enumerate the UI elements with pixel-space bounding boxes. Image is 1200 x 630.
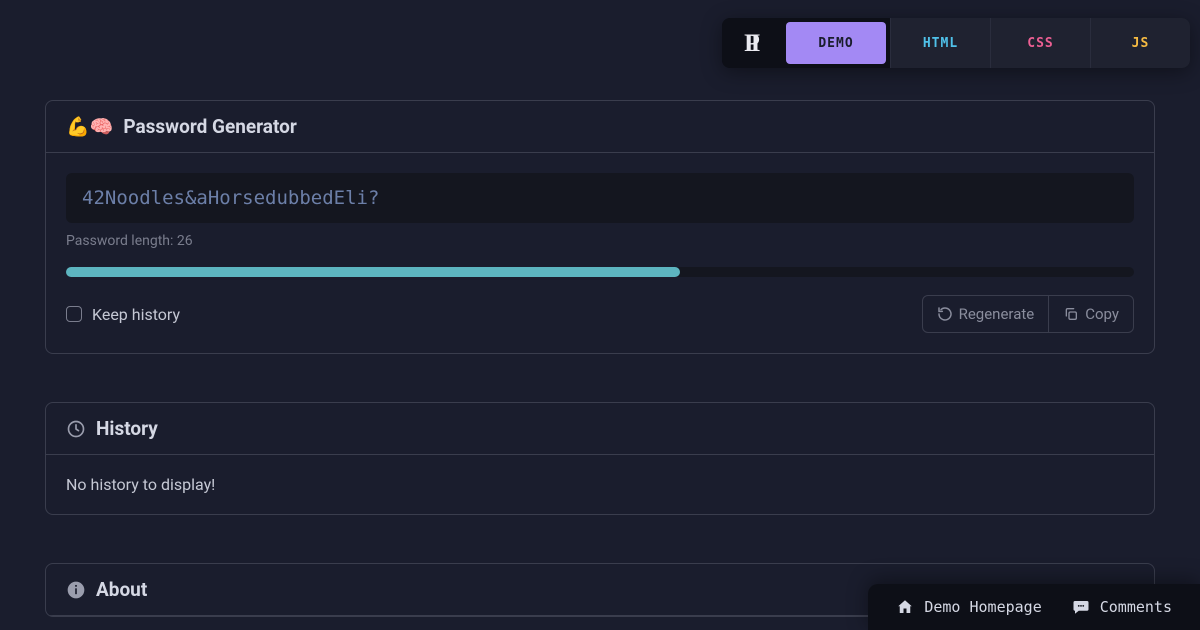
emoji-icons: 💪🧠 xyxy=(66,115,113,138)
clock-icon xyxy=(66,419,86,439)
copy-label: Copy xyxy=(1085,305,1119,323)
panel-generator-title: Password Generator xyxy=(123,115,297,138)
history-body: No history to display! xyxy=(46,455,1154,514)
tab-demo[interactable]: DEMO xyxy=(786,22,886,64)
tab-css[interactable]: CSS xyxy=(990,18,1090,68)
bottom-bar: Demo Homepage Comments xyxy=(868,584,1200,630)
keep-history-checkbox[interactable]: Keep history xyxy=(66,305,180,324)
svg-text:I: I xyxy=(751,29,761,57)
regenerate-button[interactable]: Regenerate xyxy=(923,296,1049,332)
comments-label: Comments xyxy=(1100,598,1172,616)
panel-generator: 💪🧠 Password Generator 42Noodles&aHorsedu… xyxy=(45,100,1155,354)
info-icon xyxy=(66,580,86,600)
copy-button[interactable]: Copy xyxy=(1048,296,1133,332)
length-slider-fill xyxy=(66,267,680,277)
panel-history-title: History xyxy=(96,417,158,440)
main-content: 💪🧠 Password Generator 42Noodles&aHorsedu… xyxy=(0,0,1200,617)
comments-icon xyxy=(1072,598,1090,616)
logo[interactable]: P I xyxy=(722,18,782,68)
demo-homepage-label: Demo Homepage xyxy=(924,598,1041,616)
copy-icon xyxy=(1063,306,1079,322)
keep-history-label: Keep history xyxy=(92,305,180,324)
panel-about-title: About xyxy=(96,578,147,601)
actions-row: Keep history Regenerate xyxy=(66,295,1134,333)
panel-history: History No history to display! xyxy=(45,402,1155,515)
logo-icon: P I xyxy=(738,29,766,57)
top-toolbar: P I DEMO HTML CSS JS xyxy=(722,18,1190,68)
regenerate-label: Regenerate xyxy=(959,305,1035,323)
history-empty-text: No history to display! xyxy=(66,475,215,494)
panel-history-header: History xyxy=(46,403,1154,455)
refresh-icon xyxy=(937,306,953,322)
home-icon xyxy=(896,598,914,616)
button-group: Regenerate Copy xyxy=(922,295,1134,333)
length-slider[interactable] xyxy=(66,267,1134,277)
panel-generator-body: 42Noodles&aHorsedubbedEli? Password leng… xyxy=(46,153,1154,353)
password-output[interactable]: 42Noodles&aHorsedubbedEli? xyxy=(66,173,1134,223)
tab-html[interactable]: HTML xyxy=(890,18,990,68)
panel-generator-header: 💪🧠 Password Generator xyxy=(46,101,1154,153)
comments-link[interactable]: Comments xyxy=(1072,598,1172,616)
tab-js[interactable]: JS xyxy=(1090,18,1190,68)
checkbox-icon xyxy=(66,306,82,322)
demo-homepage-link[interactable]: Demo Homepage xyxy=(896,598,1041,616)
password-length-label: Password length: 26 xyxy=(66,233,1134,249)
